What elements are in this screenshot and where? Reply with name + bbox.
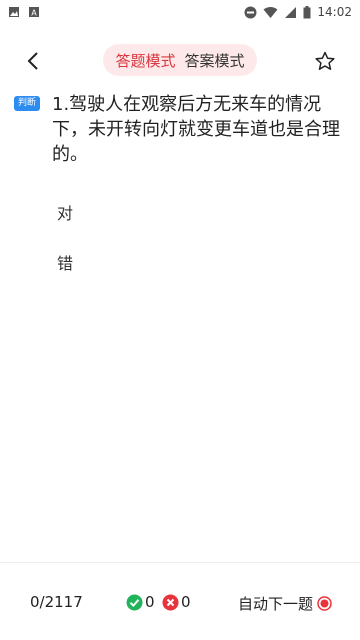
battery-icon [303, 5, 311, 18]
image-icon [9, 7, 19, 17]
favorite-button[interactable] [310, 46, 340, 76]
chevron-left-icon [27, 52, 38, 70]
correct-count: 0 [126, 593, 155, 611]
status-bar: A 14:02 [0, 0, 360, 24]
correct-count-value: 0 [145, 593, 155, 611]
wrong-count-value: 0 [181, 593, 191, 611]
options-list: 对 错 [57, 202, 73, 302]
do-not-disturb-icon [244, 6, 257, 18]
back-button[interactable] [18, 46, 48, 76]
wifi-icon [263, 6, 278, 18]
status-time: 14:02 [317, 5, 352, 19]
cellular-icon [285, 6, 297, 18]
progress-counter: 0/2117 [30, 593, 83, 611]
question-block: 判断 1.驾驶人在观察后方无来车的情况下，未开转向灯就变更车道也是合理的。 [14, 92, 350, 167]
tab-answer-key-mode[interactable]: 答案模式 [184, 50, 244, 71]
question-type-badge: 判断 [14, 96, 41, 111]
svg-text:A: A [31, 9, 37, 18]
auto-next-toggle[interactable]: 自动下一题 [238, 593, 332, 614]
nav-bar: 答题模式 答案模式 [0, 38, 360, 84]
check-circle-icon [126, 594, 143, 610]
option-true[interactable]: 对 [57, 202, 73, 226]
close-circle-icon [162, 594, 179, 610]
wrong-count: 0 [162, 593, 191, 611]
auto-next-label: 自动下一题 [238, 595, 314, 613]
mode-toggle: 答题模式 答案模式 [103, 44, 257, 76]
tab-answer-question-mode[interactable]: 答题模式 [115, 50, 175, 71]
radio-selected-icon [317, 596, 332, 611]
option-false[interactable]: 错 [57, 252, 73, 276]
star-icon [315, 51, 335, 70]
question-text: 1.驾驶人在观察后方无来车的情况下，未开转向灯就变更车道也是合理的。 [52, 94, 340, 165]
footer-bar: 0/2117 0 0 自动下一题 [0, 562, 360, 640]
a-icon: A [29, 7, 39, 18]
